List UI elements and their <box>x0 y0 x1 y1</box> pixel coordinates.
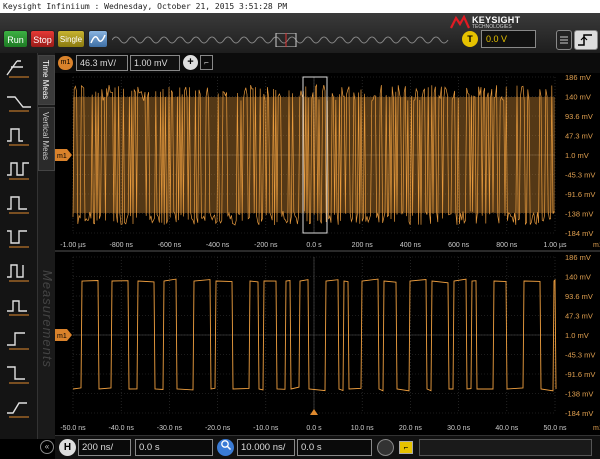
x-tick-label: 600 ns <box>448 242 470 249</box>
rise-edge-icon[interactable] <box>5 329 33 351</box>
delta-time-icon[interactable] <box>5 57 33 79</box>
y-tick-label: 1.0 mV <box>565 151 589 160</box>
tab-time-meas-label: Time Meas <box>41 60 50 100</box>
setup-time-icon[interactable] <box>5 397 33 419</box>
measurements-watermark: Measurements <box>40 270 55 368</box>
y-tick-label: -45.3 mV <box>565 351 595 360</box>
window-title: Keysight Infiniium : Wednesday, October … <box>0 0 600 13</box>
keysight-logo: KEYSIGHT TECHNOLOGIES <box>450 15 530 30</box>
y-tick-label: 93.6 mV <box>565 292 593 301</box>
keysight-logo-mark <box>450 15 470 29</box>
edge-trigger-button[interactable] <box>574 30 598 50</box>
x-tick-label: 0.0 s <box>306 242 322 249</box>
marker-toggle-button[interactable]: ⌐ <box>399 441 413 454</box>
y-tick-label: 186 mV <box>565 253 591 262</box>
tab-time-meas[interactable]: Time Meas <box>38 55 55 105</box>
pos-width-icon[interactable] <box>5 193 33 215</box>
run-button[interactable]: Run <box>3 30 28 48</box>
waveform-overview-strip[interactable] <box>112 33 452 47</box>
x-tick-label: 0.0 s <box>306 425 322 432</box>
x-tick-label: -200 ns <box>254 242 278 249</box>
measurement-toolbox <box>0 53 38 439</box>
math-badge[interactable]: m1 <box>58 56 73 70</box>
x-tick-label: -30.0 ns <box>157 425 183 432</box>
list-icon <box>560 36 568 44</box>
x-unit-tag: m1 <box>593 242 600 249</box>
toolbar: Run Stop Single KEYSIGHT TECHNOLOGIES T … <box>0 13 600 53</box>
x-tick-label: 1.00 µs <box>543 242 567 249</box>
measurement-tabs: Time Meas Vertical Meas <box>38 53 55 439</box>
x-unit-tag: m1 <box>593 425 600 432</box>
pause-button[interactable] <box>377 439 394 456</box>
trigger-level-field[interactable]: 0.0 V <box>481 30 536 48</box>
x-tick-label: 40.0 ns <box>495 425 518 432</box>
x-tick-label: 200 ns <box>352 242 374 249</box>
x-tick-label: -600 ns <box>158 242 182 249</box>
burst-width-icon[interactable] <box>5 295 33 317</box>
autoscale-button[interactable] <box>88 30 108 48</box>
y-tick-label: 47.3 mV <box>565 132 593 141</box>
trigger-icon[interactable]: T <box>462 31 478 47</box>
y-tick-label: 93.6 mV <box>565 112 593 121</box>
y-tick-label: -45.3 mV <box>565 171 595 180</box>
frequency-icon[interactable] <box>5 159 33 181</box>
zoom-icon <box>220 440 231 451</box>
tab-vertical-meas-label: Vertical Meas <box>41 112 50 161</box>
x-tick-label: 20.0 ns <box>399 425 422 432</box>
upper-waveform-envelope <box>73 97 555 213</box>
autoscale-icon <box>90 34 106 44</box>
y-tick-label: 1.0 mV <box>565 331 589 340</box>
y-tick-label: -91.6 mV <box>565 370 595 379</box>
zoom-button[interactable] <box>217 439 234 456</box>
timebase-scale-field[interactable]: 200 ns/ <box>78 439 131 456</box>
y-tick-label: 140 mV <box>565 93 591 102</box>
menu-toggle-button[interactable] <box>556 30 572 50</box>
horizontal-button[interactable]: H <box>59 439 76 456</box>
x-tick-label: -20.0 ns <box>205 425 231 432</box>
timebase-bar: H 200 ns/ 0.0 s 10.000 ns/ 0.0 s ⌐ <box>55 435 600 459</box>
waveform-canvas[interactable]: 186 mV 140 mV 93.6 mV 47.3 mV 1.0 mV -45.3 mV… <box>55 73 600 439</box>
y-tick-label: 47.3 mV <box>565 312 593 321</box>
x-tick-label: -10.0 ns <box>253 425 279 432</box>
x-tick-label: -400 ns <box>206 242 230 249</box>
math-offset-field[interactable]: 1.00 mV <box>130 55 180 71</box>
neg-width-icon[interactable] <box>5 227 33 249</box>
x-tick-label: 50.0 ns <box>544 425 567 432</box>
rising-edge-icon <box>578 34 592 46</box>
marker-button[interactable]: ⌐ <box>200 55 213 70</box>
tab-vertical-meas[interactable]: Vertical Meas <box>38 107 55 171</box>
y-tick-label: -138 mV <box>565 390 593 399</box>
y-tick-label: 186 mV <box>565 73 591 82</box>
channel-marker-label: m1 <box>57 153 67 160</box>
x-tick-label: -1.00 µs <box>60 242 86 249</box>
y-tick-label: -91.6 mV <box>565 190 595 199</box>
x-tick-label: 400 ns <box>400 242 422 249</box>
status-area <box>419 439 592 456</box>
x-tick-label: 30.0 ns <box>447 425 470 432</box>
y-tick-label: -184 mV <box>565 409 593 418</box>
period-icon[interactable] <box>5 125 33 147</box>
fall-edge-icon[interactable] <box>5 363 33 385</box>
x-tick-label: 800 ns <box>496 242 518 249</box>
collapse-panel-button[interactable]: « <box>40 440 54 454</box>
zoom-position-field[interactable]: 0.0 s <box>297 439 372 456</box>
y-tick-label: -184 mV <box>565 229 593 238</box>
channel-marker-label: m1 <box>57 333 67 340</box>
zoom-scale-field[interactable]: 10.000 ns/ <box>237 439 295 456</box>
math-scale-field[interactable]: 46.3 mV/ <box>76 55 128 71</box>
stop-button[interactable]: Stop <box>30 30 55 48</box>
waveform-display[interactable]: 186 mV 140 mV 93.6 mV 47.3 mV 1.0 mV -45.3 mV… <box>55 73 600 439</box>
timebase-position-field[interactable]: 0.0 s <box>135 439 213 456</box>
y-tick-label: -138 mV <box>565 210 593 219</box>
math-scale-bar: m1 46.3 mV/ 1.00 mV + ⌐ <box>55 53 600 73</box>
duty-cycle-icon[interactable] <box>5 261 33 283</box>
y-tick-label: 140 mV <box>565 273 591 282</box>
single-button[interactable]: Single <box>57 30 85 48</box>
x-tick-label: 10.0 ns <box>351 425 374 432</box>
add-function-button[interactable]: + <box>183 55 198 70</box>
x-tick-label: -50.0 ns <box>60 425 86 432</box>
x-tick-label: -800 ns <box>110 242 134 249</box>
x-tick-label: -40.0 ns <box>109 425 135 432</box>
fall-time-icon[interactable] <box>5 91 33 113</box>
